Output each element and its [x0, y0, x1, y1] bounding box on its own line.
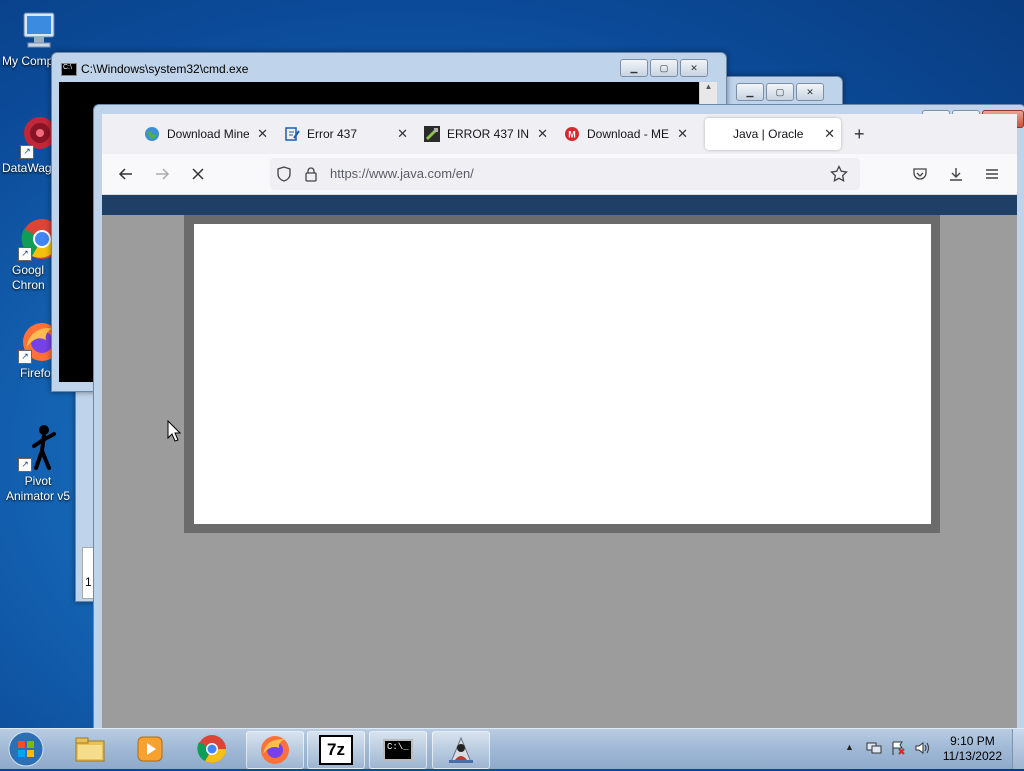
tab-download-mega[interactable]: M Download - MEG ✕	[564, 118, 694, 150]
chrome-icon	[197, 735, 226, 763]
back-arrow-icon	[118, 168, 132, 180]
taskbar: 7z C:\_ ▲ 9:10 PM 11/13/2022	[0, 728, 1024, 769]
taskbar-file-explorer[interactable]	[62, 731, 118, 767]
document-edit-icon	[284, 126, 300, 142]
taskbar-cmd[interactable]: C:\_	[369, 731, 427, 769]
start-button[interactable]	[6, 730, 46, 768]
firefox-icon	[261, 736, 289, 764]
cmd-icon-label: C:\_	[387, 742, 409, 752]
mouse-cursor-icon	[167, 419, 182, 445]
page-content[interactable]	[102, 195, 1017, 732]
tab-title: Download Mine	[167, 127, 249, 141]
clock-time: 9:10 PM	[950, 734, 995, 748]
tab-title: Java | Oracle	[733, 127, 804, 141]
downloads-button[interactable]	[944, 162, 968, 186]
url-text: https://www.java.com/en/	[330, 166, 474, 181]
tab-close-icon[interactable]: ✕	[824, 126, 835, 142]
desktop-icon-pivot-animator[interactable]: ↗ Pivot Animator v5	[0, 424, 80, 504]
cmd-icon: C:\_	[383, 739, 413, 761]
7zip-icon: 7z	[319, 735, 353, 765]
cmd-window-icon: C:\	[61, 63, 77, 76]
media-player-icon	[137, 736, 163, 762]
cmd-caption-buttons: ▁ ▢ ✕	[620, 59, 708, 77]
tab-close-icon[interactable]: ✕	[397, 126, 408, 142]
close-button[interactable]: ✕	[680, 59, 708, 77]
tab-title: Download - MEG	[587, 127, 669, 141]
pocket-button[interactable]	[908, 162, 932, 186]
loading-dialog-body	[194, 224, 931, 524]
taskbar-7zip[interactable]: 7z	[307, 731, 365, 769]
tab-close-icon[interactable]: ✕	[537, 126, 548, 142]
maximize-button[interactable]: ▢	[650, 59, 678, 77]
stop-icon	[192, 168, 204, 180]
7zip-label: 7z	[327, 740, 345, 759]
stop-loading-button[interactable]	[186, 162, 210, 186]
minimize-button[interactable]: ▁	[620, 59, 648, 77]
tab-error-437-minecraft[interactable]: ERROR 437 IN M ✕	[424, 118, 554, 150]
pivot-animator-icon: ↗	[16, 424, 60, 472]
java-header-bar	[102, 195, 1017, 215]
action-center-flag-icon[interactable]	[890, 740, 906, 759]
loading-dialog[interactable]	[184, 215, 940, 533]
show-hidden-icons-button[interactable]: ▲	[845, 742, 854, 752]
new-tab-button[interactable]: +	[854, 124, 865, 145]
shortcut-arrow-icon: ↗	[18, 247, 32, 261]
java-installer-icon	[449, 736, 473, 763]
clock-date: 11/13/2022	[942, 749, 1002, 763]
back-button[interactable]	[114, 162, 138, 186]
hamburger-menu-icon	[986, 169, 998, 179]
tab-title: ERROR 437 IN M	[447, 127, 529, 141]
volume-icon[interactable]	[914, 740, 930, 759]
menu-button[interactable]	[980, 162, 1004, 186]
url-bar[interactable]: https://www.java.com/en/	[270, 158, 860, 190]
shortcut-arrow-icon: ↗	[18, 350, 32, 364]
start-orb-icon	[8, 731, 44, 767]
network-icon[interactable]	[866, 740, 882, 759]
globe-icon	[144, 126, 160, 142]
shortcut-arrow-icon: ↗	[20, 145, 34, 159]
tab-strip: Download Mine ✕ Error 437 ✕ ERROR 437 IN…	[102, 114, 1017, 154]
tab-java-oracle[interactable]: Java | Oracle ✕	[705, 118, 841, 150]
cmd-window-title: C:\Windows\system32\cmd.exe	[81, 62, 249, 76]
svg-text:M: M	[568, 130, 576, 140]
nav-toolbar: https://www.java.com/en/	[102, 154, 1017, 195]
taskbar-java-installer[interactable]	[432, 731, 490, 769]
maximize-button[interactable]: ▢	[766, 83, 794, 101]
shortcut-arrow-icon: ↗	[18, 458, 32, 472]
show-desktop-button[interactable]	[1012, 729, 1024, 769]
forward-button[interactable]	[150, 162, 174, 186]
forward-arrow-icon	[156, 168, 170, 180]
tab-error-437[interactable]: Error 437 ✕	[284, 118, 414, 150]
tab-download-minecraft[interactable]: Download Mine ✕	[144, 118, 274, 150]
tab-close-icon[interactable]: ✕	[677, 126, 688, 142]
bookmark-star-icon[interactable]	[830, 164, 848, 186]
scroll-up-arrow-icon[interactable]: ▲	[700, 82, 717, 96]
background-window-caption-buttons: ▁ ▢ ✕	[736, 83, 824, 101]
firefox-window[interactable]: ▁ ▢ ✕ Download Mine ✕ Error 437 ✕ ERROR …	[93, 104, 1024, 734]
download-icon	[950, 168, 962, 181]
shield-icon[interactable]	[276, 166, 292, 185]
close-button[interactable]: ✕	[796, 83, 824, 101]
minecraft-icon	[424, 126, 440, 142]
file-explorer-icon	[75, 737, 105, 762]
minimize-button[interactable]: ▁	[736, 83, 764, 101]
background-window-text: 1	[85, 575, 92, 589]
desktop-icon-label-line2: Animator v5	[5, 489, 71, 503]
computer-icon	[16, 10, 60, 52]
tab-close-icon[interactable]: ✕	[257, 126, 268, 142]
taskbar-firefox[interactable]	[246, 731, 304, 769]
mega-icon: M	[564, 126, 580, 142]
system-clock[interactable]: 9:10 PM 11/13/2022	[943, 734, 1002, 764]
taskbar-chrome[interactable]	[184, 731, 240, 767]
lock-icon[interactable]	[304, 166, 318, 185]
pocket-icon	[913, 168, 927, 180]
desktop-icon-label: Pivot	[24, 474, 52, 488]
taskbar-media-player[interactable]	[122, 731, 178, 767]
tab-title: Error 437	[307, 127, 358, 141]
